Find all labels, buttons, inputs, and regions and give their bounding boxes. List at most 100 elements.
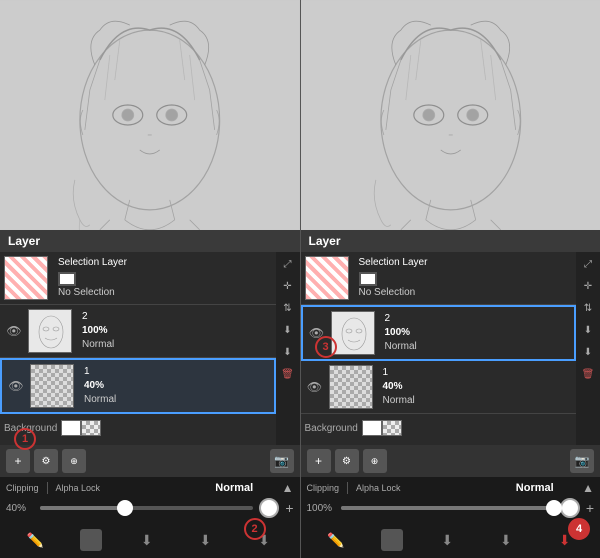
right-layer-header: Layer: [301, 230, 600, 252]
opacity-slider-left[interactable]: [40, 506, 253, 510]
blend-chevron-left[interactable]: ▲: [282, 481, 294, 495]
layer2-blend-right: Normal: [385, 340, 571, 354]
annotation-4: 4: [568, 518, 590, 540]
layer1-thumb-left: [30, 364, 74, 408]
right-sidebar-icons: ⤢ ✛ ⇅ ⬇ ⬇ 🗑: [576, 252, 600, 445]
opacity-label-right: 100%: [307, 503, 335, 514]
merge-icon-right[interactable]: ⬇: [578, 320, 598, 340]
arrow1-tool-right[interactable]: ⬇: [492, 526, 520, 554]
gear-btn-left[interactable]: ⚙: [34, 449, 58, 473]
left-canvas: [0, 0, 300, 230]
flip-icon-left[interactable]: ⇅: [278, 298, 298, 318]
left-layer-toolbar: + ⚙ ⊕ 📷: [0, 445, 300, 477]
layer-title-right: Layer: [309, 234, 341, 248]
brush-tool-right[interactable]: [381, 529, 403, 551]
clipping-label-right: Clipping: [307, 483, 340, 493]
no-selection-label-right: No Selection: [359, 286, 573, 300]
layer2-row-right[interactable]: 👁 2: [301, 305, 577, 361]
layer1-opacity-left: 40%: [84, 379, 270, 393]
selection-layer-thumb-left: [4, 256, 48, 300]
layer1-blend-left: Normal: [84, 393, 270, 407]
opacity-plus-right[interactable]: +: [586, 500, 594, 516]
layer2-eye-left[interactable]: 👁: [4, 321, 24, 341]
layer1-row-left[interactable]: 👁 1 40% Normal: [0, 358, 276, 414]
right-canvas: [301, 0, 600, 230]
move-icon-right[interactable]: ✛: [578, 276, 598, 296]
clipping-label-left: Clipping: [6, 483, 39, 493]
background-label-right: Background: [305, 423, 358, 434]
download-icon-left[interactable]: ⬇: [278, 342, 298, 362]
right-layer-toolbar: + ⚙ ⊕ 📷: [301, 445, 600, 477]
annotation-1: 1: [14, 428, 36, 450]
camera-btn-left[interactable]: 📷: [270, 449, 294, 473]
background-white-swatch-right: [362, 420, 382, 436]
opacity-slider-right[interactable]: [341, 506, 554, 510]
opacity-plus-left[interactable]: +: [285, 500, 293, 516]
alpha-lock-label-left: Alpha Lock: [56, 483, 101, 493]
blend-mode-right[interactable]: Normal: [495, 482, 574, 494]
layer1-thumb-right: [329, 365, 373, 409]
pen-tool-left[interactable]: ✏️: [21, 526, 49, 554]
left-bottom-bar: Clipping Alpha Lock Normal ▲ 40% +: [0, 477, 300, 522]
layer2-opacity-right: 100%: [385, 326, 571, 340]
layer1-row-right[interactable]: 👁 1 40% Normal: [301, 361, 577, 414]
opacity-handle-left[interactable]: [117, 500, 133, 516]
selection-layer-row-left[interactable]: Selection Layer No Selection: [0, 252, 276, 305]
selection-layer-thumb-right: [305, 256, 349, 300]
camera-btn-right[interactable]: 📷: [570, 449, 594, 473]
layer2-thumb-right: [331, 311, 375, 355]
merge-icon-left[interactable]: ⬇: [278, 320, 298, 340]
left-sidebar-icons: ⤢ ✛ ⇅ ⬇ ⬇ 🗑: [276, 252, 300, 445]
flip-icon-right[interactable]: ⇅: [578, 298, 598, 318]
left-panel: Layer Selection Layer No Selection: [0, 0, 300, 558]
layer1-opacity-right: 40%: [383, 380, 573, 394]
blend-chevron-right[interactable]: ▲: [582, 481, 594, 495]
right-bottom-bar: Clipping Alpha Lock Normal ▲ 100% +: [301, 477, 600, 522]
brush-tool-left[interactable]: [80, 529, 102, 551]
resize-icon-left[interactable]: ⤢: [278, 254, 298, 274]
right-bottom-toolbar: ✏️ ⬇ ⬇ ⬇: [301, 522, 600, 558]
download-icon-right[interactable]: ⬇: [578, 342, 598, 362]
add-layer-btn-right[interactable]: +: [307, 449, 331, 473]
layer2-blend-left: Normal: [82, 338, 272, 352]
delete-icon-left[interactable]: 🗑: [278, 364, 298, 384]
gear-btn-right[interactable]: ⚙: [335, 449, 359, 473]
move-icon-left[interactable]: ✛: [278, 276, 298, 296]
fill-tool-right[interactable]: ⬇: [433, 526, 461, 554]
no-selection-box-right: [359, 272, 377, 286]
no-selection-box-left: [58, 272, 76, 286]
resize-icon-right[interactable]: ⤢: [578, 254, 598, 274]
plus-small-btn-right[interactable]: ⊕: [363, 449, 387, 473]
selection-layer-name-right: Selection Layer: [359, 256, 573, 270]
opacity-circle-right[interactable]: [560, 498, 580, 518]
left-layer-header: Layer: [0, 230, 300, 252]
layer2-thumb-left: [28, 309, 72, 353]
right-layer-panel: Layer Selection Layer No Selection: [301, 230, 600, 558]
no-selection-label-left: No Selection: [58, 286, 272, 300]
selection-layer-row-right[interactable]: Selection Layer No Selection: [301, 252, 577, 305]
blend-mode-left[interactable]: Normal: [195, 482, 274, 494]
left-layer-panel: Layer Selection Layer No Selection: [0, 230, 300, 558]
layer2-opacity-left: 100%: [82, 324, 272, 338]
right-panel: Layer Selection Layer No Selection: [301, 0, 600, 558]
selection-layer-name-left: Selection Layer: [58, 256, 272, 270]
layer-title-left: Layer: [8, 234, 40, 248]
plus-small-btn-left[interactable]: ⊕: [62, 449, 86, 473]
opacity-handle-right[interactable]: [546, 500, 562, 516]
background-white-swatch-left: [61, 420, 81, 436]
layer1-blend-right: Normal: [383, 394, 573, 408]
fill-tool-left[interactable]: ⬇: [133, 526, 161, 554]
background-row-right: Background: [301, 414, 577, 442]
layer1-eye-left[interactable]: 👁: [6, 376, 26, 396]
layer1-eye-right[interactable]: 👁: [305, 377, 325, 397]
layer2-row-left[interactable]: 👁 2: [0, 305, 276, 358]
background-checker-left: [81, 420, 101, 436]
add-layer-btn-left[interactable]: +: [6, 449, 30, 473]
background-checker-right: [382, 420, 402, 436]
delete-icon-right[interactable]: 🗑: [578, 364, 598, 384]
background-row-left: Background: [0, 414, 276, 442]
opacity-label-left: 40%: [6, 503, 34, 514]
arrow1-tool-left[interactable]: ⬇: [191, 526, 219, 554]
opacity-circle-left[interactable]: [259, 498, 279, 518]
pen-tool-right[interactable]: ✏️: [322, 526, 350, 554]
